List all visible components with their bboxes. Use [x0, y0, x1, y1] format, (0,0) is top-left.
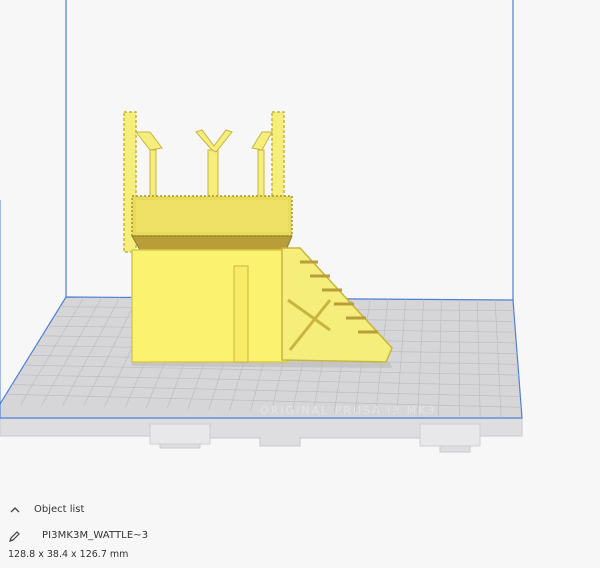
chevron-up-icon: [8, 502, 22, 516]
model-object[interactable]: [123, 111, 393, 368]
object-list-toggle[interactable]: Object list: [8, 502, 84, 516]
plate-engraving: ORIGINAL PRUSA i3 MK3: [260, 404, 436, 417]
object-list-panel: Object list PI3MK3M_WATTLE~3 128.8 x 38.…: [0, 490, 600, 568]
3d-viewport[interactable]: ORIGINAL PRUSA i3 MK3: [0, 0, 600, 490]
pencil-icon[interactable]: [8, 528, 22, 542]
build-plate-scene: ORIGINAL PRUSA i3 MK3: [0, 0, 523, 453]
plate-base: [0, 417, 523, 453]
object-list-label: Object list: [34, 503, 85, 515]
object-list-item[interactable]: PI3MK3M_WATTLE~3: [8, 528, 148, 542]
object-name: PI3MK3M_WATTLE~3: [42, 529, 149, 541]
object-dimensions: 128.8 x 38.4 x 126.7 mm: [8, 549, 129, 560]
